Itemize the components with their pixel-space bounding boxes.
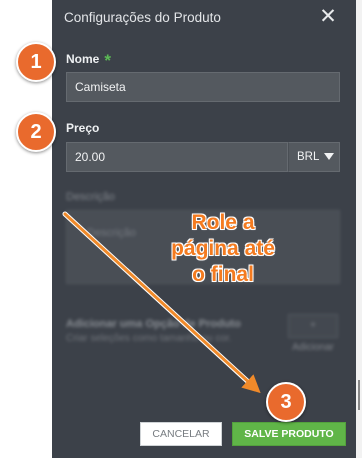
currency-value: BRL <box>297 151 320 163</box>
step-badge-2: 2 <box>16 112 56 152</box>
price-label: Preço <box>66 121 100 135</box>
product-options-label: Adicionar uma Opção de Produto <box>66 318 241 330</box>
instruction-line-2: página até <box>171 237 275 260</box>
add-option-button[interactable]: + Adicionar <box>288 314 338 353</box>
currency-select[interactable]: BRL <box>288 142 340 172</box>
name-input[interactable] <box>66 72 340 102</box>
panel-title: Configurações do Produto <box>64 10 221 25</box>
required-star-icon: * <box>104 51 111 70</box>
save-product-button[interactable]: SALVE PRODUTO <box>232 422 346 446</box>
name-label: Nome * <box>66 48 111 70</box>
cancel-button[interactable]: CANCELAR <box>140 422 222 446</box>
step-badge-1: 1 <box>16 42 56 82</box>
step-badge-3: 3 <box>266 382 306 422</box>
close-icon[interactable]: ✕ <box>316 6 340 30</box>
name-label-text: Nome <box>66 52 100 66</box>
price-input[interactable] <box>66 142 288 172</box>
caret-down-icon <box>324 153 335 160</box>
instruction-line-1: Role a <box>191 211 255 234</box>
scroll-instruction: Role a página até o final <box>138 210 308 288</box>
scrollbar[interactable] <box>356 0 362 458</box>
instruction-line-3: o final <box>192 263 254 286</box>
description-label: Descrição <box>66 191 115 203</box>
product-options-hint: Criar seleções como tamanho ou cor. <box>66 333 232 344</box>
